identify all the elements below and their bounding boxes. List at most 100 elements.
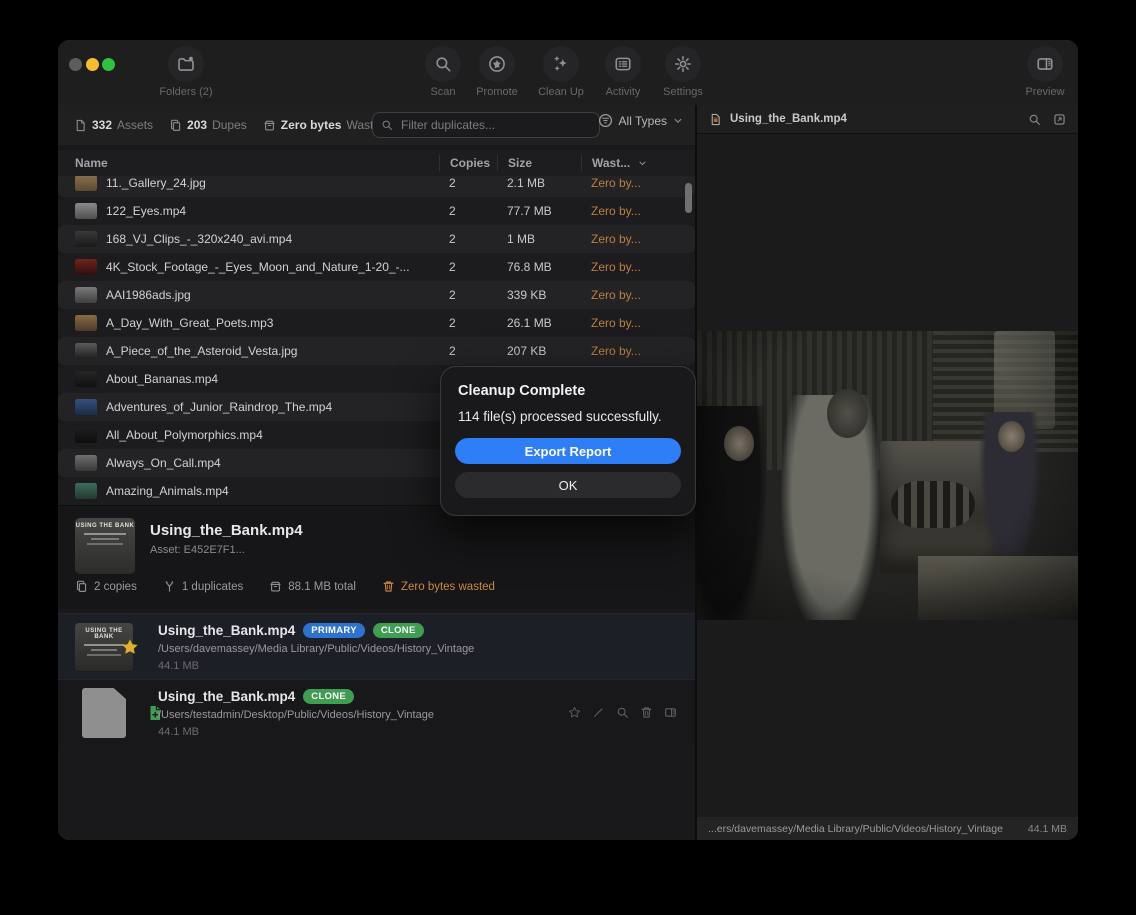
funnel-icon [598, 113, 613, 128]
table-row[interactable]: AAI1986ads.jpg2339 KBZero by... [58, 281, 695, 309]
cleanup-complete-dialog: Cleanup Complete 114 file(s) processed s… [440, 366, 696, 516]
asset-stat: 1 duplicates [163, 580, 243, 593]
copies-list: USING THE BANKUsing_the_Bank.mp4PRIMARYC… [58, 613, 695, 745]
file-thumbnail [75, 371, 97, 387]
folders-button[interactable]: Folders (2) [154, 46, 218, 98]
asset-stat: 88.1 MB total [269, 580, 356, 593]
star-circle-icon [488, 55, 506, 73]
copies-icon [75, 580, 88, 593]
sort-chevron-icon [638, 159, 647, 168]
copy-size: 44.1 MB [158, 726, 434, 738]
search-icon [381, 119, 393, 131]
file-thumbnail [75, 176, 97, 191]
file-name: 122_Eyes.mp4 [106, 204, 186, 218]
export-report-button[interactable]: Export Report [455, 438, 681, 464]
wasted-cell: Zero by... [581, 260, 681, 274]
trash-icon [382, 580, 395, 593]
file-thumbnail [75, 315, 97, 331]
wasted-cell: Zero by... [581, 316, 681, 330]
table-row[interactable]: 11._Gallery_24.jpg22.1 MBZero by... [58, 176, 695, 197]
copy-filename: Using_the_Bank.mp4 [158, 623, 295, 638]
star-outline-icon[interactable] [568, 706, 581, 719]
copy-filename: Using_the_Bank.mp4 [158, 689, 295, 704]
close-window-button[interactable] [69, 58, 82, 71]
box-icon [269, 580, 282, 593]
promote-button[interactable]: Promote [465, 46, 529, 98]
table-header: Name Copies Size Wast... [58, 150, 695, 177]
file-name: Amazing_Animals.mp4 [106, 484, 229, 498]
wasted-cell: Zero by... [581, 232, 681, 246]
gear-icon [674, 55, 692, 73]
preview-header: Using_the_Bank.mp4 [697, 105, 1078, 134]
copy-path: /Users/davemassey/Media Library/Public/V… [158, 643, 474, 655]
assets-count: 332Assets [74, 118, 153, 132]
copies-cell: 2 [439, 204, 497, 218]
size-cell: 76.8 MB [497, 260, 581, 274]
file-thumbnail [75, 343, 97, 359]
clean-up-button[interactable]: Clean Up [529, 46, 593, 98]
dialog-message: 114 file(s) processed successfully. [458, 409, 681, 424]
dupes-count: 203Dupes [169, 118, 247, 132]
file-thumbnail [75, 427, 97, 443]
preview-panel: Using_the_Bank.mp4 ...ers/davemassey/Med… [697, 105, 1078, 840]
column-header-size[interactable]: Size [497, 155, 581, 171]
activity-button[interactable]: Activity [591, 46, 655, 98]
copy-row[interactable]: USING THE BANKUsing_the_Bank.mp4PRIMARYC… [58, 613, 695, 679]
table-row[interactable]: A_Day_With_Great_Poets.mp3226.1 MBZero b… [58, 309, 695, 337]
table-row[interactable]: A_Piece_of_the_Asteroid_Vesta.jpg2207 KB… [58, 337, 695, 365]
size-cell: 26.1 MB [497, 316, 581, 330]
copies-cell: 2 [439, 344, 497, 358]
dialog-title: Cleanup Complete [458, 383, 681, 399]
copy-size: 44.1 MB [158, 660, 474, 672]
size-cell: 2.1 MB [497, 176, 581, 190]
copy-row[interactable]: Using_the_Bank.mp4CLONE/Users/testadmin/… [58, 679, 695, 745]
file-thumbnail [75, 259, 97, 275]
type-filter-dropdown[interactable]: All Types [598, 113, 683, 128]
ok-button[interactable]: OK [455, 472, 681, 498]
size-cell: 339 KB [497, 288, 581, 302]
column-header-copies[interactable]: Copies [439, 155, 497, 171]
folder-gear-icon [177, 55, 195, 73]
trash-icon[interactable] [640, 706, 653, 719]
column-header-wasted[interactable]: Wast... [581, 155, 681, 171]
scrollbar-thumb[interactable] [685, 183, 692, 213]
preview-button[interactable]: Preview [1013, 46, 1077, 98]
primary-badge: PRIMARY [303, 623, 365, 638]
file-name: All_About_Polymorphics.mp4 [106, 428, 263, 442]
app-window: Folders (2) Scan Promote Clean Up Activi… [58, 40, 1078, 840]
table-row[interactable]: 4K_Stock_Footage_-_Eyes_Moon_and_Nature_… [58, 253, 695, 281]
stats-bar: 332Assets 203Dupes Zero bytesWasted All … [58, 105, 697, 146]
column-header-name[interactable]: Name [58, 156, 439, 170]
search-input[interactable] [399, 117, 591, 133]
file-name: Always_On_Call.mp4 [106, 456, 221, 470]
maximize-window-button[interactable] [102, 58, 115, 71]
copies-cell: 2 [439, 176, 497, 190]
document-icon [74, 119, 87, 132]
table-row[interactable]: 122_Eyes.mp4277.7 MBZero by... [58, 197, 695, 225]
zoom-search-icon[interactable] [1028, 113, 1041, 126]
table-row[interactable]: 168_VJ_Clips_-_320x240_avi.mp421 MBZero … [58, 225, 695, 253]
preview-path: ...ers/davemassey/Media Library/Public/V… [708, 823, 1003, 835]
minimize-window-button[interactable] [86, 58, 99, 71]
copy-actions [568, 706, 677, 719]
copies-cell: 2 [439, 232, 497, 246]
wasted-cell: Zero by... [581, 344, 681, 358]
file-name: AAI1986ads.jpg [106, 288, 191, 302]
preview-icon[interactable] [664, 706, 677, 719]
filter-search-field[interactable] [372, 112, 600, 138]
chevron-down-icon [673, 116, 683, 126]
file-name: A_Day_With_Great_Poets.mp3 [106, 316, 273, 330]
size-cell: 207 KB [497, 344, 581, 358]
file-name: 168_VJ_Clips_-_320x240_avi.mp4 [106, 232, 292, 246]
wasted-cell: Zero by... [581, 288, 681, 302]
preview-panel-icon [1036, 55, 1054, 73]
pencil-icon[interactable] [592, 706, 605, 719]
search-icon[interactable] [616, 706, 629, 719]
asset-filename: Using_the_Bank.mp4 [150, 522, 303, 539]
file-thumbnail [75, 455, 97, 471]
settings-button[interactable]: Settings [651, 46, 715, 98]
video-preview-frame[interactable] [697, 331, 1078, 620]
file-thumbnail [75, 399, 97, 415]
open-external-icon[interactable] [1053, 113, 1066, 126]
asset-thumbnail: USING THE BANK [75, 518, 135, 574]
